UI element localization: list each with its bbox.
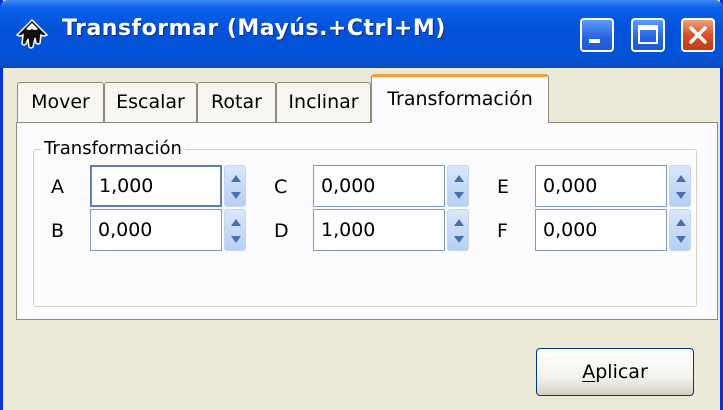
- apply-button-label-rest: plicar: [595, 361, 648, 383]
- transform-dialog: Transformar (Mayús.+Ctrl+M) Mover Escala…: [0, 0, 723, 410]
- field-b[interactable]: [90, 209, 222, 251]
- spin-up-down-icon: [676, 175, 686, 199]
- spin-e[interactable]: [669, 165, 691, 207]
- spin-up-down-icon: [231, 219, 241, 243]
- label-a: A: [51, 176, 64, 198]
- close-icon: [689, 26, 707, 44]
- tab-transformacion[interactable]: Transformación: [371, 74, 549, 123]
- tab-mover[interactable]: Mover: [17, 82, 104, 122]
- minimize-icon: [589, 39, 600, 43]
- apply-button[interactable]: Aplicar: [536, 348, 694, 396]
- group-label: Transformación: [41, 137, 185, 161]
- maximize-button[interactable]: [631, 18, 665, 52]
- label-f: F: [497, 220, 508, 242]
- spin-c[interactable]: [447, 165, 469, 207]
- field-f[interactable]: [535, 209, 667, 251]
- spin-up-down-icon: [676, 219, 686, 243]
- field-c[interactable]: [313, 165, 445, 207]
- field-e[interactable]: [535, 165, 667, 207]
- spin-up-down-icon: [454, 219, 464, 243]
- close-button[interactable]: [681, 18, 715, 52]
- label-e: E: [497, 176, 510, 198]
- title-bar[interactable]: Transformar (Mayús.+Ctrl+M): [0, 0, 723, 68]
- minimize-button[interactable]: [580, 18, 614, 52]
- spin-d[interactable]: [447, 209, 469, 251]
- maximize-icon: [638, 25, 658, 44]
- window-title: Transformar (Mayús.+Ctrl+M): [62, 16, 446, 41]
- inkscape-icon: [15, 18, 49, 49]
- spin-up-down-icon: [454, 175, 464, 199]
- spin-f[interactable]: [669, 209, 691, 251]
- label-b: B: [51, 220, 65, 242]
- apply-button-label: A: [582, 361, 596, 383]
- tab-escalar[interactable]: Escalar: [104, 82, 197, 122]
- tab-rotar[interactable]: Rotar: [197, 82, 276, 122]
- tab-panel: Transformación A C E B: [16, 122, 718, 320]
- spin-up-down-icon: [231, 175, 241, 199]
- label-d: D: [274, 220, 289, 242]
- tab-inclinar[interactable]: Inclinar: [276, 82, 371, 122]
- field-d[interactable]: [313, 209, 445, 251]
- spin-b[interactable]: [224, 209, 246, 251]
- field-a[interactable]: [90, 165, 222, 207]
- spin-a[interactable]: [224, 165, 246, 207]
- label-c: C: [274, 176, 288, 198]
